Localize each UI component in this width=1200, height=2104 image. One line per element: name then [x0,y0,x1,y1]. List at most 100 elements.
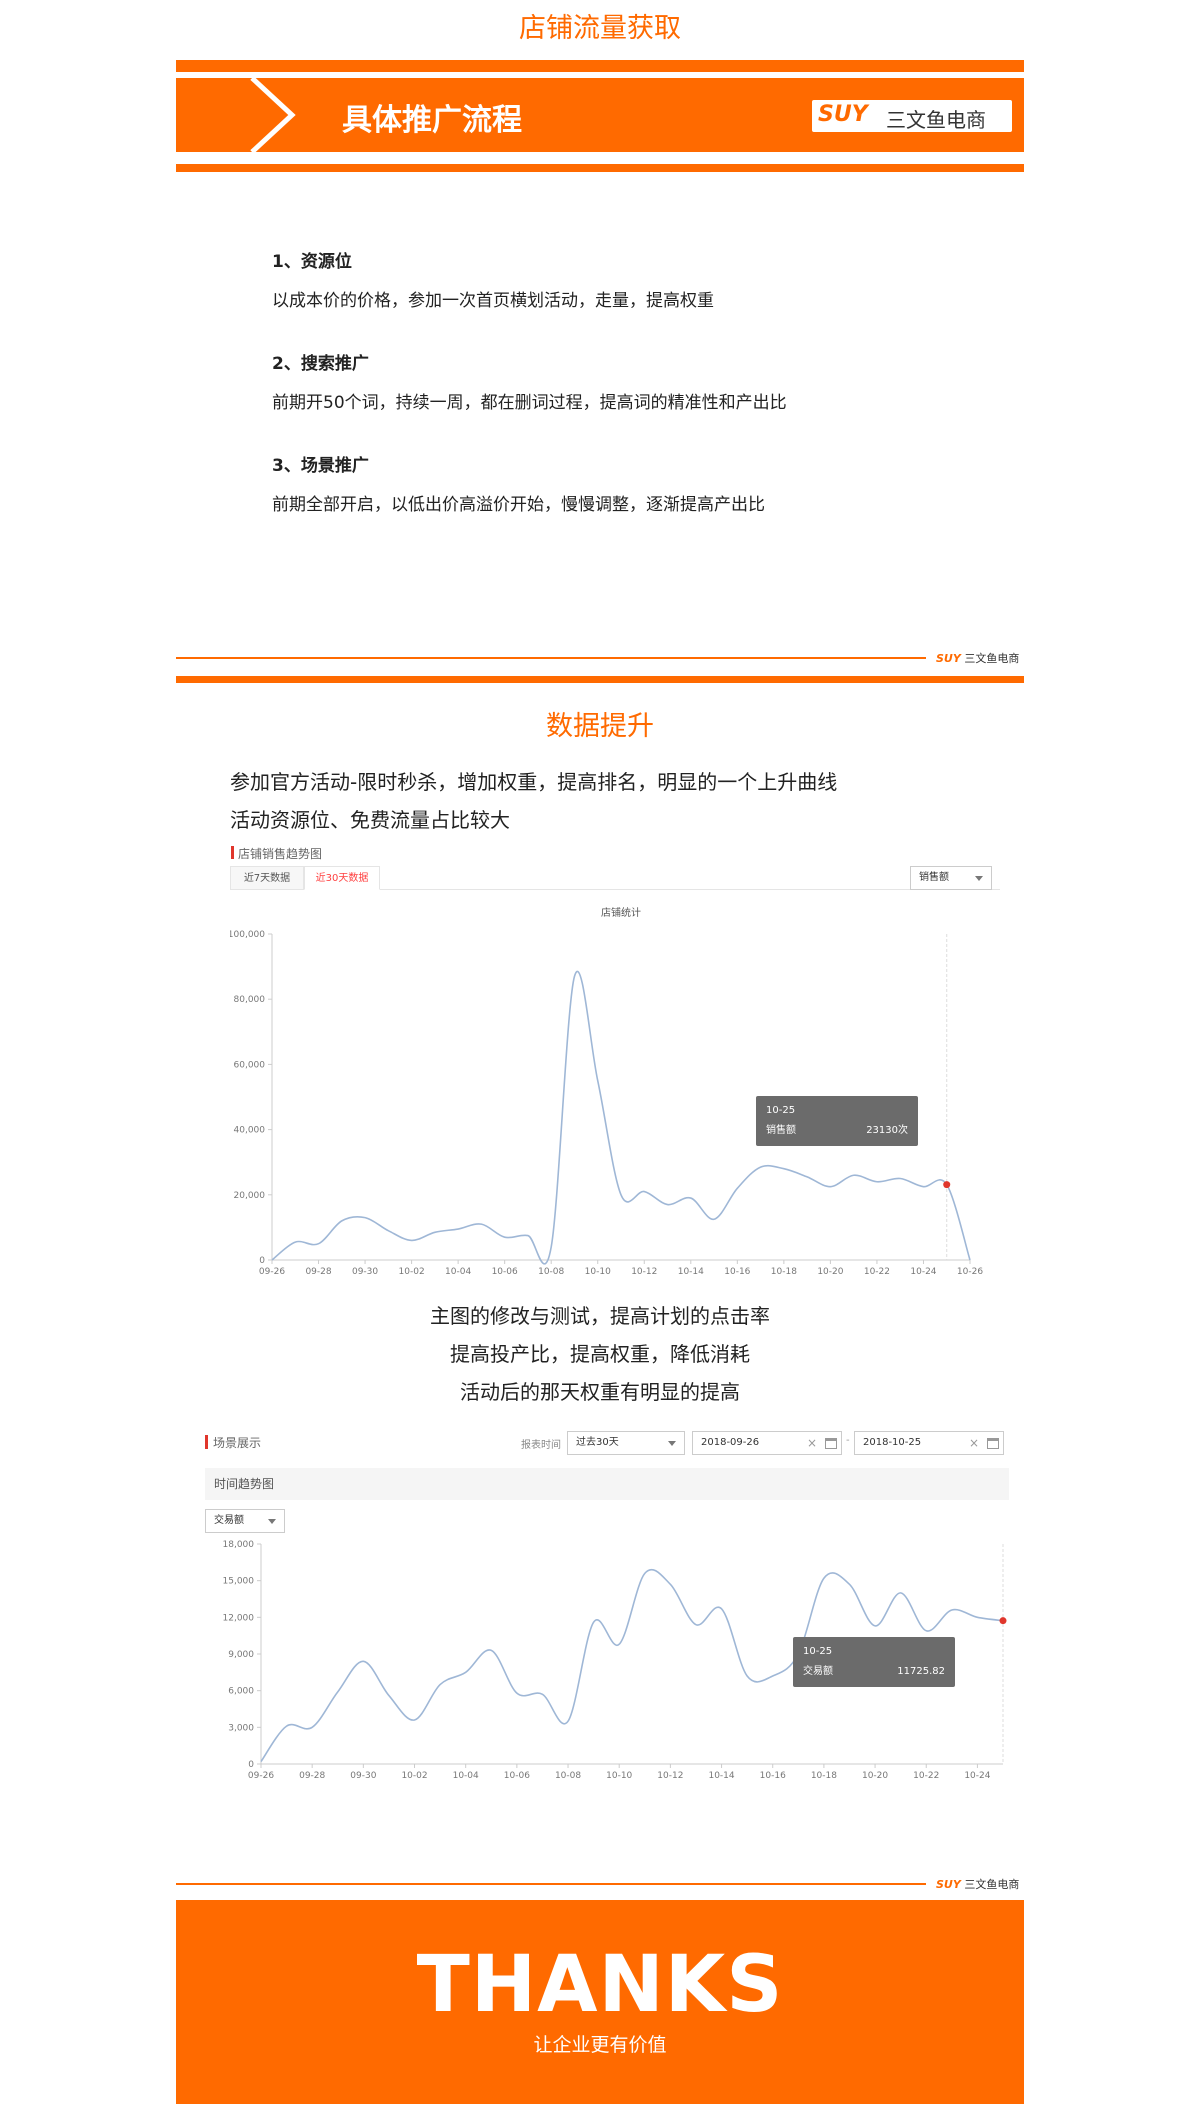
divider-brand-logo: SUY [936,1878,961,1891]
panel-accent-bar [231,846,234,859]
divider-brand-logo: SUY [936,652,961,665]
period-value: 过去30天 [576,1437,619,1448]
tooltip-box [793,1637,955,1687]
step-title: 2、搜索推广 [272,354,369,374]
y-tick-label: 12,000 [223,1613,255,1623]
banner-bottom-stripe [176,164,1024,172]
x-tick-label: 10-20 [817,1267,843,1274]
divider-brand-name: 三文鱼电商 [964,652,1020,665]
x-tick-label: 09-30 [352,1267,378,1274]
y-tick-label: 40,000 [234,1126,266,1136]
x-tick-label: 10-20 [862,1771,888,1780]
trend-subheader: 时间趋势图 [205,1468,1009,1500]
x-tick-label: 10-18 [811,1771,837,1780]
banner-chevron-icon [250,78,296,152]
date-separator: - [846,1435,850,1446]
scene-label: 场景展示 [213,1436,262,1450]
thanks-banner: THANKS 让企业更有价值 [176,1900,1024,2104]
x-tick-label: 10-14 [708,1771,734,1780]
x-tick-label: 10-06 [504,1771,530,1780]
y-tick-label: 15,000 [223,1577,255,1587]
panel-accent-bar [205,1435,208,1449]
report-time-label: 报表时间 [521,1440,561,1451]
y-tick-label: 20,000 [234,1191,266,1201]
calendar-icon[interactable] [987,1438,999,1449]
section2-line: 活动资源位、免费流量占比较大 [230,808,510,832]
chevron-down-icon [268,1519,276,1524]
date-to-input[interactable]: 2018-10-25 × [854,1431,1004,1455]
calendar-icon[interactable] [825,1438,837,1449]
section2-line2: 提高投产比，提高权重，降低消耗 [450,1342,750,1366]
sales-metric-value: 销售额 [919,872,949,883]
tooltip-date: 10-25 [803,1646,832,1657]
x-tick-label: 10-16 [724,1267,750,1274]
step-item: 2、搜索推广 前期开50个词，持续一周，都在删词过程，提高词的精准性和产出比 [272,349,787,413]
banner-top-stripe [176,60,1024,72]
chart-title: 店铺统计 [601,906,641,919]
y-tick-label: 3,000 [228,1723,254,1733]
tab-7-days[interactable]: 近7天数据 [230,866,304,890]
brand-logo-mark: SUY [818,102,868,127]
sales-chart: 店铺统计 0 20,000 40,000 60,000 80,000 100,000 09-2… [230,906,983,1274]
scene-panel: 场景展示 报表时间 过去30天 2018-09-26 × - 2018-10-2… [203,1430,1011,1780]
y-tick-label: 0 [248,1760,254,1770]
tooltip-value: 23130次 [866,1123,908,1136]
step-title: 1、资源位 [272,252,352,272]
x-tick-label: 09-28 [305,1267,331,1274]
sales-metric-select[interactable]: 销售额 [910,866,992,890]
section2-top-stripe [176,676,1024,683]
tooltip-value: 11725.82 [897,1666,945,1677]
chevron-down-icon [975,876,983,881]
thanks-subtitle: 让企业更有价值 [533,2034,667,2056]
period-select[interactable]: 过去30天 [567,1431,685,1455]
sales-trend-panel: 店铺销售趋势图 近7天数据 近30天数据 销售额 店铺统计 0 20,000 40,0… [230,844,1000,1274]
tooltip-date: 10-25 [766,1105,795,1116]
thanks-title: THANKS [416,1940,784,2030]
tab-30-days[interactable]: 近30天数据 [304,866,380,890]
clear-icon[interactable]: × [807,1432,817,1454]
banner: 具体推广流程 SUY 三文鱼电商 [176,78,1024,152]
step-desc: 前期开50个词，持续一周，都在删词过程，提高词的精准性和产出比 [272,393,787,413]
step-desc: 前期全部开启，以低出价高溢价开始，慢慢调整，逐渐提高产出比 [272,495,765,515]
sales-trend-label: 店铺销售趋势图 [238,847,323,861]
step-item: 1、资源位 以成本价的价格，参加一次首页横划活动，走量，提高权重 [272,247,714,311]
x-tick-label: 09-26 [248,1771,274,1780]
divider-brand: SUY 三文鱼电商 [936,1876,1019,1892]
date-from-input[interactable]: 2018-09-26 × [692,1431,842,1455]
step-title: 3、场景推广 [272,456,369,476]
brand-name: 三文鱼电商 [886,108,986,132]
x-tick-label: 09-30 [350,1771,376,1780]
banner-heading: 具体推广流程 [342,103,522,138]
clear-icon[interactable]: × [969,1432,979,1454]
x-tick-label: 10-18 [771,1267,797,1274]
y-tick-label: 0 [259,1256,265,1266]
date-from-value: 2018-09-26 [701,1437,760,1448]
x-tick-label: 10-06 [492,1267,518,1274]
y-tick-label: 9,000 [228,1650,254,1660]
x-tick-label: 10-12 [657,1771,683,1780]
tooltip-label: 交易额 [803,1664,833,1677]
x-tick-label: 10-22 [864,1267,890,1274]
x-tick-label: 10-08 [538,1267,564,1274]
trade-metric-value: 交易额 [214,1515,244,1526]
x-tick-label: 10-08 [555,1771,581,1780]
trade-metric-select[interactable]: 交易额 [205,1509,285,1533]
tooltip-box [756,1096,918,1146]
chevron-down-icon [668,1441,676,1446]
y-tick-label: 80,000 [234,995,266,1005]
x-tick-label: 10-14 [678,1267,704,1274]
divider-line [176,657,926,659]
brand-logo: SUY 三文鱼电商 [812,100,1012,132]
x-tick-label: 10-02 [401,1771,427,1780]
x-tick-label: 09-28 [299,1771,325,1780]
section2-line2: 主图的修改与测试，提高计划的点击率 [430,1304,770,1328]
x-tick-label: 10-10 [585,1267,611,1274]
x-tick-label: 10-12 [631,1267,657,1274]
section2-line2: 活动后的那天权重有明显的提高 [460,1380,740,1404]
x-tick-label: 10-04 [445,1267,471,1274]
step-item: 3、场景推广 前期全部开启，以低出价高溢价开始，慢慢调整，逐渐提高产出比 [272,451,765,515]
date-to-value: 2018-10-25 [863,1437,922,1448]
x-tick-label: 10-16 [760,1771,786,1780]
y-tick-label: 6,000 [228,1687,254,1697]
section2-lines2: 主图的修改与测试，提高计划的点击率 提高投产比，提高权重，降低消耗 活动后的那天… [0,1297,1200,1411]
